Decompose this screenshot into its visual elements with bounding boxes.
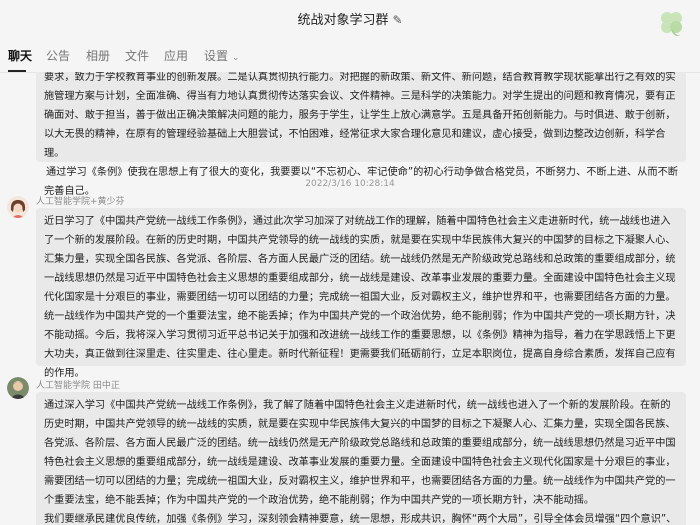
window-title: 统战对象学习群 ✎	[0, 9, 700, 28]
tab-settings-label: 设置	[204, 49, 229, 63]
tab-bar: 聊天 公告 相册 文件 应用 设置 ⌄	[0, 36, 700, 73]
message-timestamp: 2022/3/16 10:28:14	[305, 179, 395, 189]
pencil-icon[interactable]: ✎	[392, 13, 402, 27]
chat-message-list[interactable]: 要求，致力于学校教育事业的创新发展。二是认真贯彻执行能力。对把握的新政策、新文件…	[0, 72, 700, 525]
message-paragraph: 我们要继承民建优良传统，加强《条例》学习，深刻领会精神要意，统一思想，形成共识，…	[44, 514, 677, 525]
sender-name: 人工智能学院 田中正	[36, 381, 120, 391]
message-bubble[interactable]: 要求，致力于学校教育事业的创新发展。二是认真贯彻执行能力。对把握的新政策、新文件…	[36, 72, 686, 197]
tab-album[interactable]: 相册	[86, 47, 110, 64]
sender-name: 人工智能学院+黄少芬	[36, 197, 125, 207]
message-bubble[interactable]: 近日学习了《中国共产党统一战线工作条例》，通过此次学习加深了对统战工作的理解，随…	[36, 208, 686, 379]
chevron-down-icon: ⌄	[232, 53, 240, 63]
tab-apps[interactable]: 应用	[164, 47, 188, 64]
message-paragraph: 近日学习了《中国共产党统一战线工作条例》，通过此次学习加深了对统战工作的理解，随…	[44, 216, 676, 379]
woman-avatar-icon[interactable]	[7, 196, 29, 218]
title-bar: 统战对象学习群 ✎	[0, 0, 700, 38]
message-bubble[interactable]: 通过深入学习《中国共产党统一战线工作条例》，我了解了随着中国特色社会主义走进新时…	[36, 392, 686, 525]
group-name: 统战对象学习群	[297, 13, 389, 28]
tab-chat[interactable]: 聊天	[8, 47, 32, 64]
clover-icon	[661, 12, 683, 38]
tab-files[interactable]: 文件	[125, 47, 149, 64]
man-avatar-icon[interactable]	[7, 377, 29, 399]
tab-announcement[interactable]: 公告	[46, 47, 70, 64]
message-paragraph: 要求，致力于学校教育事业的创新发展。二是认真贯彻执行能力。对把握的新政策、新文件…	[44, 72, 676, 159]
message-paragraph: 通过深入学习《中国共产党统一战线工作条例》，我了解了随着中国特色社会主义走进新时…	[44, 400, 676, 506]
tab-settings[interactable]: 设置 ⌄	[204, 47, 240, 64]
